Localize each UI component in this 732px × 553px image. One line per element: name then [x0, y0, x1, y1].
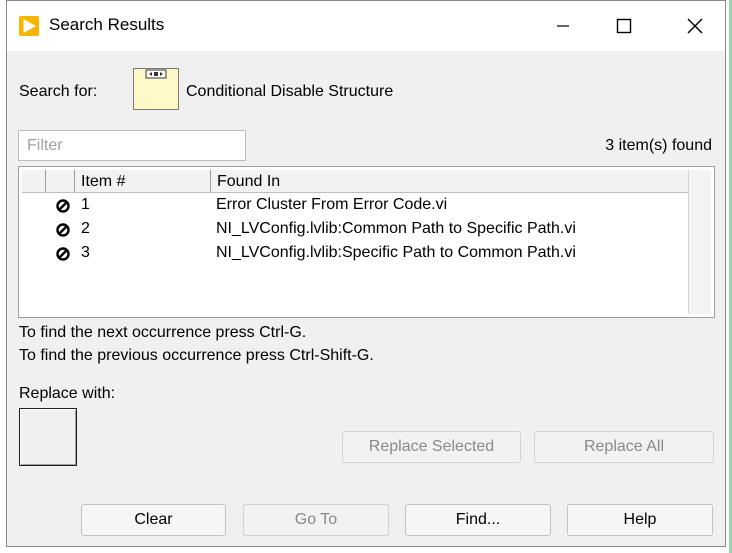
- maximize-button[interactable]: [604, 11, 644, 41]
- hint-previous-occurrence: To find the previous occurrence press Ct…: [19, 347, 374, 364]
- minimize-button[interactable]: [543, 11, 583, 41]
- search-target-name: Conditional Disable Structure: [186, 83, 394, 100]
- vertical-scrollbar[interactable]: [688, 170, 711, 314]
- header-item-number[interactable]: Item #: [75, 170, 211, 192]
- search-results-dialog: Search Results Search for: Conditional D…: [6, 0, 726, 547]
- search-for-label: Search for:: [19, 83, 98, 100]
- hint-next-occurrence: To find the next occurrence press Ctrl-G…: [19, 324, 307, 341]
- help-button[interactable]: Help: [567, 504, 713, 536]
- found-in-path: NI_LVConfig.lvlib:Common Path to Specifi…: [216, 220, 576, 237]
- header-found-in[interactable]: Found In: [211, 170, 688, 192]
- results-list[interactable]: Item # Found In 1 Error Cluster From Err…: [18, 166, 715, 318]
- table-row[interactable]: 2 NI_LVConfig.lvlib:Common Path to Speci…: [22, 218, 688, 242]
- table-row[interactable]: 3 NI_LVConfig.lvlib:Specific Path to Com…: [22, 242, 688, 266]
- replace-with-drop-target[interactable]: [19, 408, 77, 466]
- go-to-button[interactable]: Go To: [243, 504, 389, 536]
- replace-selected-button[interactable]: Replace Selected: [342, 431, 521, 463]
- item-number: 1: [81, 196, 90, 213]
- clear-button[interactable]: Clear: [81, 504, 226, 536]
- close-button[interactable]: [675, 11, 715, 41]
- maximize-icon: [616, 18, 632, 34]
- window-title: Search Results: [49, 15, 165, 34]
- close-icon: [687, 18, 703, 34]
- items-found-count: 3 item(s) found: [605, 137, 712, 154]
- replace-all-button[interactable]: Replace All: [534, 431, 714, 463]
- disabled-icon: [56, 199, 70, 213]
- filter-input[interactable]: [18, 130, 246, 161]
- table-row[interactable]: 1 Error Cluster From Error Code.vi: [22, 194, 688, 218]
- replace-with-label: Replace with:: [19, 385, 116, 402]
- header-col-blank-1[interactable]: [22, 170, 46, 192]
- header-col-blank-2[interactable]: [46, 170, 75, 192]
- results-header: Item # Found In: [22, 170, 688, 193]
- disabled-icon: [56, 223, 70, 237]
- minimize-icon: [557, 25, 569, 27]
- title-bar[interactable]: Search Results: [7, 1, 725, 51]
- find-button[interactable]: Find...: [405, 504, 551, 536]
- item-number: 3: [81, 244, 90, 261]
- labview-app-icon: [19, 16, 39, 36]
- found-in-path: Error Cluster From Error Code.vi: [216, 196, 448, 213]
- conditional-disable-structure-icon: [133, 68, 179, 110]
- disabled-icon: [56, 247, 70, 261]
- found-in-path: NI_LVConfig.lvlib:Specific Path to Commo…: [216, 244, 576, 261]
- item-number: 2: [81, 220, 90, 237]
